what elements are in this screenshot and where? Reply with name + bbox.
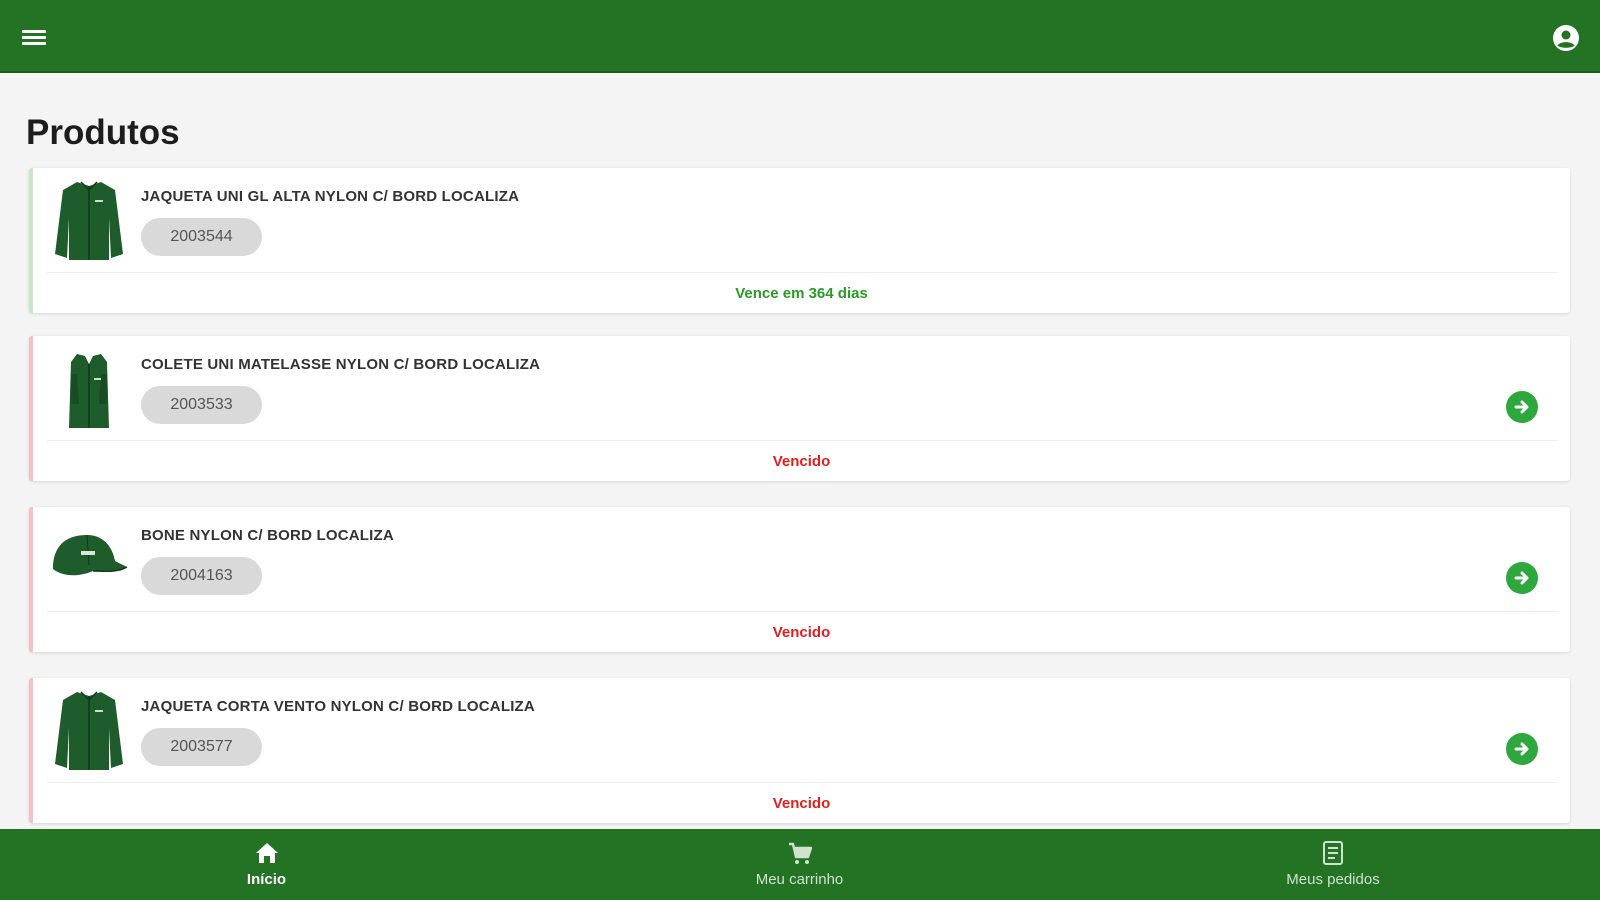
menu-icon[interactable] bbox=[20, 25, 50, 49]
content-area: Produtos JAQUETA UNI GL ALTA NYLON C/ BO… bbox=[0, 75, 1600, 829]
arrow-right-circle-icon[interactable] bbox=[1506, 562, 1538, 594]
product-code-chip: 2003533 bbox=[141, 386, 262, 424]
expiry-status: Vencido bbox=[772, 453, 831, 470]
card-divider bbox=[47, 440, 1558, 441]
product-card[interactable]: JAQUETA CORTA VENTO NYLON C/ BORD LOCALI… bbox=[29, 678, 1570, 823]
product-code-chip: 2003544 bbox=[141, 218, 262, 256]
card-divider bbox=[47, 611, 1558, 612]
nav-item-orders[interactable]: Meus pedidos bbox=[1066, 829, 1600, 900]
product-name: BONE NYLON C/ BORD LOCALIZA bbox=[141, 527, 394, 544]
app-root: Produtos JAQUETA UNI GL ALTA NYLON C/ BO… bbox=[0, 0, 1600, 900]
nav-label: Meu carrinho bbox=[755, 871, 844, 888]
product-card[interactable]: BONE NYLON C/ BORD LOCALIZA 2004163 Venc… bbox=[29, 507, 1570, 652]
account-circle-icon[interactable] bbox=[1552, 24, 1580, 52]
product-name: JAQUETA UNI GL ALTA NYLON C/ BORD LOCALI… bbox=[141, 188, 520, 205]
cap-icon bbox=[47, 515, 131, 605]
jacket-icon bbox=[47, 686, 131, 776]
product-code-chip: 2003577 bbox=[141, 728, 262, 766]
home-icon bbox=[253, 839, 281, 867]
arrow-right-circle-icon[interactable] bbox=[1506, 391, 1538, 423]
bottom-navigation: Início Meu carrinho Meus pedidos bbox=[0, 829, 1600, 900]
cart-icon bbox=[786, 839, 814, 867]
card-divider bbox=[47, 782, 1558, 783]
nav-item-home[interactable]: Início bbox=[0, 829, 533, 900]
jacket-icon bbox=[47, 176, 131, 266]
receipt-icon bbox=[1319, 839, 1347, 867]
page-title: Produtos bbox=[26, 113, 180, 152]
product-card[interactable]: COLETE UNI MATELASSE NYLON C/ BORD LOCAL… bbox=[29, 336, 1570, 481]
nav-label: Meus pedidos bbox=[1286, 871, 1380, 888]
product-name: COLETE UNI MATELASSE NYLON C/ BORD LOCAL… bbox=[141, 356, 541, 373]
arrow-right-circle-icon[interactable] bbox=[1506, 733, 1538, 765]
card-divider bbox=[47, 272, 1558, 273]
nav-label: Início bbox=[246, 871, 287, 888]
expiry-status: Vence em 364 dias bbox=[735, 285, 868, 302]
expiry-status: Vencido bbox=[772, 795, 831, 812]
expiry-status: Vencido bbox=[772, 624, 831, 641]
product-code-chip: 2004163 bbox=[141, 557, 262, 595]
top-app-bar bbox=[0, 0, 1600, 73]
product-card[interactable]: JAQUETA UNI GL ALTA NYLON C/ BORD LOCALI… bbox=[29, 168, 1570, 313]
vest-icon bbox=[47, 344, 131, 434]
product-name: JAQUETA CORTA VENTO NYLON C/ BORD LOCALI… bbox=[141, 698, 535, 715]
nav-item-cart[interactable]: Meu carrinho bbox=[533, 829, 1066, 900]
